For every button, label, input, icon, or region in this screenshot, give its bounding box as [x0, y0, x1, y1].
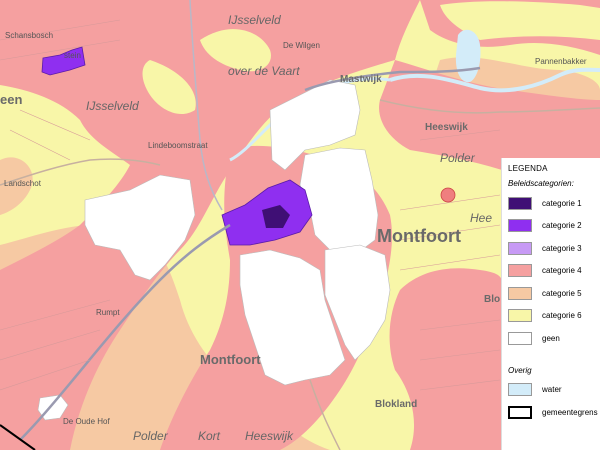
place-label-heeswijk: Heeswijk	[425, 122, 468, 133]
legend-title: LEGENDA	[508, 164, 548, 173]
legend-item-gemeentegrens: gemeentegrens	[508, 401, 598, 424]
place-label-lindeboomstraat: Lindeboomstraat	[148, 141, 208, 150]
place-label-blokland: Blokland	[375, 399, 417, 410]
legend-label: water	[542, 385, 562, 395]
legend-swatch-category-3	[508, 241, 532, 255]
place-label-usselveld-north: IJsselveld	[228, 13, 281, 27]
legend-item-category-2: categorie 2	[508, 215, 596, 238]
legend-label: categorie 3	[542, 243, 582, 253]
legend-swatch-category-5	[508, 286, 532, 300]
place-label-een: een	[0, 92, 22, 107]
place-label-polder: Polder	[440, 151, 476, 165]
place-label-landschot: Landschot	[4, 179, 42, 188]
legend-swatch-category-4	[508, 264, 532, 278]
place-label-de-oude-hof: De Oude Hof	[63, 417, 110, 426]
legend-label: categorie 5	[542, 288, 582, 298]
legend-label: categorie 2	[542, 221, 582, 231]
legend-item-category-6: categorie 6	[508, 305, 596, 328]
legend-item-category-1: categorie 1	[508, 192, 596, 215]
place-label-over-de-vaart: over de Vaart	[228, 64, 300, 78]
legend-swatch-geen	[508, 331, 532, 345]
place-label-heeswijk-south: Heeswijk	[245, 429, 294, 443]
place-label-rumpt: Rumpt	[96, 308, 120, 317]
place-label-kort: Kort	[198, 429, 221, 443]
legend-swatch-water	[508, 383, 532, 397]
legend-label: gemeentegrens	[542, 407, 598, 417]
landmark-circle	[440, 187, 456, 203]
legend-item-category-3: categorie 3	[508, 237, 596, 260]
legend-label: geen	[542, 333, 560, 343]
place-label-blo: Blo	[484, 294, 500, 305]
legend-swatch-category-1	[508, 196, 532, 210]
legend-label: categorie 1	[542, 198, 582, 208]
place-label-montfoort-south: Montfoort	[200, 352, 261, 367]
map-viewer[interactable]: Montfoort Montfoort IJsselveld IJsselvel…	[0, 0, 600, 450]
legend-swatch-category-6	[508, 309, 532, 323]
legend-item-water: water	[508, 379, 596, 402]
legend-swatch-category-2	[508, 219, 532, 233]
legend-item-category-4: categorie 4	[508, 260, 596, 283]
legend-item-geen: geen	[508, 327, 596, 350]
legend-spacer	[508, 350, 596, 366]
place-label-mastwijk: Mastwijk	[340, 74, 382, 85]
place-label-usselveld: IJsselveld	[86, 99, 139, 113]
place-label-polder-south: Polder	[133, 429, 169, 443]
place-label-montfoort: Montfoort	[377, 226, 461, 246]
place-label-schansbosch: Schansbosch	[5, 31, 53, 40]
legend-swatch-gemeentegrens	[508, 405, 532, 419]
map-legend: LEGENDA Beleidscategorien: categorie 1 c…	[501, 158, 600, 450]
place-label-stein: stein	[64, 51, 81, 60]
place-label-de-wilgen: De Wilgen	[283, 41, 320, 50]
place-label-pannenbakker: Pannenbakker	[535, 57, 587, 66]
legend-categories-heading: Beleidscategorien:	[508, 179, 574, 188]
legend-item-category-5: categorie 5	[508, 282, 596, 305]
legend-label: categorie 4	[542, 266, 582, 276]
place-label-hee: Hee	[470, 211, 492, 225]
legend-other-heading: Overig	[508, 365, 532, 375]
legend-label: categorie 6	[542, 311, 582, 321]
